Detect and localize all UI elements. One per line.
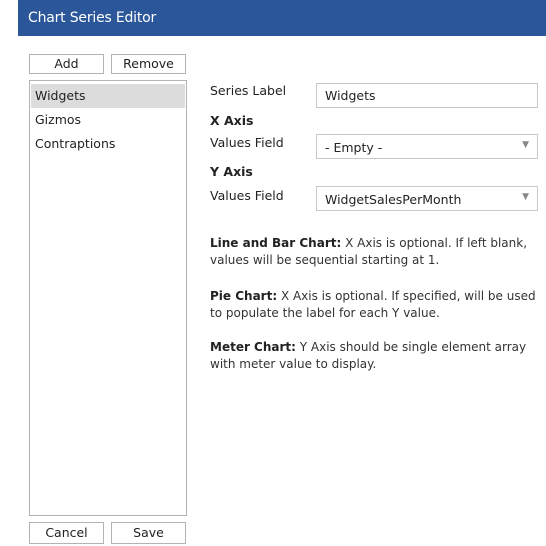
chart-series-editor-dialog: Chart Series Editor Add Remove Widgets G…	[18, 0, 546, 546]
series-list[interactable]: Widgets Gizmos Contraptions	[29, 80, 187, 516]
help-title: Line and Bar Chart:	[210, 236, 342, 250]
series-item-widgets[interactable]: Widgets	[31, 84, 185, 108]
help-line-bar-chart: Line and Bar Chart: X Axis is optional. …	[210, 235, 542, 269]
x-values-field-value: - Empty -	[325, 140, 383, 155]
help-title: Pie Chart:	[210, 289, 278, 303]
remove-button[interactable]: Remove	[111, 54, 186, 74]
x-values-field-label: Values Field	[210, 135, 284, 150]
series-label-label: Series Label	[210, 83, 287, 98]
series-item-contraptions[interactable]: Contraptions	[31, 132, 185, 156]
x-values-field-select[interactable]: - Empty - ▼	[316, 134, 538, 159]
help-pie-chart: Pie Chart: X Axis is optional. If specif…	[210, 288, 542, 322]
window-title: Chart Series Editor	[28, 10, 157, 26]
y-values-field-label: Values Field	[210, 188, 284, 203]
save-button[interactable]: Save	[111, 522, 186, 544]
series-label-input[interactable]	[316, 83, 538, 108]
x-axis-heading: X Axis	[210, 113, 254, 128]
help-title: Meter Chart:	[210, 340, 296, 354]
chevron-down-icon[interactable]: ▼	[522, 192, 529, 202]
help-meter-chart: Meter Chart: Y Axis should be single ele…	[210, 339, 542, 373]
title-bar: Chart Series Editor	[18, 0, 546, 36]
y-values-field-select[interactable]: WidgetSalesPerMonth ▼	[316, 186, 538, 211]
chevron-down-icon[interactable]: ▼	[522, 140, 529, 150]
y-axis-heading: Y Axis	[210, 164, 253, 179]
y-values-field-value: WidgetSalesPerMonth	[325, 192, 462, 207]
cancel-button[interactable]: Cancel	[29, 522, 104, 544]
add-button[interactable]: Add	[29, 54, 104, 74]
series-item-gizmos[interactable]: Gizmos	[31, 108, 185, 132]
